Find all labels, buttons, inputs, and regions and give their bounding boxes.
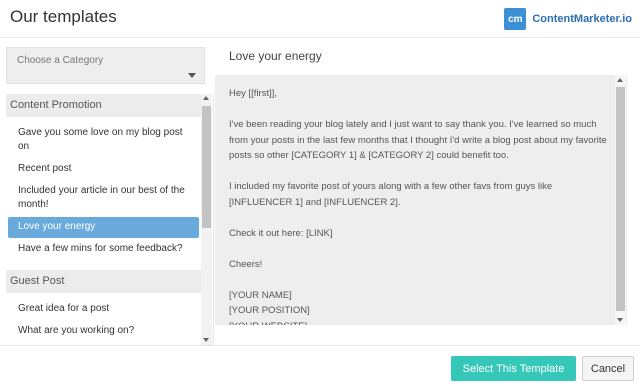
scroll-down-arrow-icon[interactable] (617, 318, 623, 322)
template-list-scrollbar[interactable] (201, 94, 212, 345)
cancel-button[interactable]: Cancel (582, 356, 634, 381)
select-template-button[interactable]: Select This Template (451, 356, 576, 381)
template-item[interactable]: Gave you some love on my blog post on (6, 123, 202, 158)
template-item[interactable]: Included your article in our best of the… (6, 181, 202, 216)
modal-footer: Select This Template Cancel (0, 345, 640, 386)
category-select-placeholder: Choose a Category (17, 55, 104, 66)
chevron-down-icon (188, 73, 196, 78)
scrollbar-thumb[interactable] (202, 106, 211, 228)
template-item[interactable]: Recent post (6, 159, 202, 180)
category-select[interactable]: Choose a Category (6, 47, 205, 84)
template-item[interactable]: What are you working on? (6, 321, 202, 342)
scroll-up-arrow-icon[interactable] (617, 78, 623, 82)
modal-title: Our templates (10, 7, 117, 26)
brand-name: ContentMarketer.io (532, 13, 632, 25)
template-item-selected[interactable]: Love your energy (8, 217, 199, 238)
scrollbar-thumb[interactable] (616, 87, 625, 311)
scroll-up-arrow-icon[interactable] (203, 96, 209, 100)
template-list: Content Promotion Gave you some love on … (6, 94, 214, 345)
modal-header: Our templates cm ContentMarketer.io (0, 0, 640, 38)
category-header-guest-post: Guest Post (6, 270, 202, 293)
template-item[interactable]: Have a few mins for some feedback? (6, 239, 202, 260)
contentmarketer-logo-icon: cm (504, 8, 527, 30)
template-preview: Love your energy Hey [[first]], I've bee… (215, 47, 633, 345)
scroll-down-arrow-icon[interactable] (203, 338, 209, 342)
template-item[interactable]: Great idea for a post (6, 299, 202, 320)
template-title: Love your energy (229, 49, 322, 63)
template-body-text: Hey [[first]], I've been reading your bl… (229, 88, 607, 325)
category-header-content-promotion: Content Promotion (6, 94, 202, 117)
brand-logo: cm ContentMarketer.io (504, 8, 632, 30)
template-body[interactable]: Hey [[first]], I've been reading your bl… (215, 75, 627, 325)
template-sidebar: Choose a Category Content Promotion Gave… (6, 47, 214, 345)
template-body-scrollbar[interactable] (615, 75, 626, 325)
